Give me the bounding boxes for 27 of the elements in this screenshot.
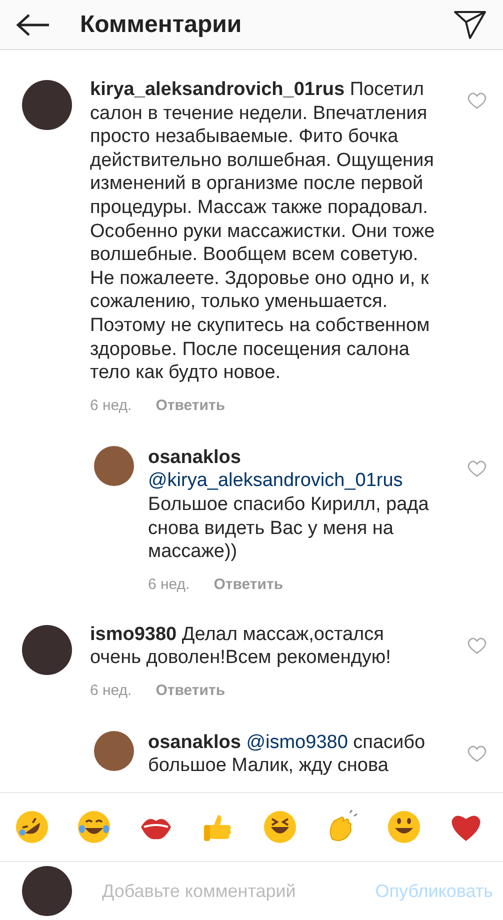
reply-link[interactable]: Ответить bbox=[156, 682, 226, 699]
comment-text: ismo9380 Делал массаж,остался очень доволен!Всем рекомендую! bbox=[90, 622, 392, 670]
send-icon[interactable] bbox=[453, 10, 487, 40]
reply-link[interactable]: Ответить bbox=[214, 576, 284, 593]
page-title: Комментарии bbox=[80, 10, 243, 38]
reply-link[interactable]: Ответить bbox=[156, 396, 226, 414]
comment-text: osanaklos @kirya_aleksandrovich_01rus Большое спасибо Кирилл, рада снова видеть Вас у меня на массаже)) bbox=[148, 446, 430, 564]
avatar-photo[interactable] bbox=[94, 730, 134, 771]
comment-time: 6 нед. bbox=[90, 396, 132, 414]
heart-icon bbox=[467, 460, 487, 478]
avatar-photo bbox=[22, 866, 72, 916]
heart-icon bbox=[467, 92, 487, 110]
heart-icon bbox=[467, 636, 487, 655]
grinning-squinting-face-icon[interactable] bbox=[262, 809, 298, 845]
tears-of-joy-face-icon[interactable] bbox=[76, 809, 112, 845]
rolling-laughing-face-icon[interactable] bbox=[14, 809, 50, 845]
avatar-photo[interactable] bbox=[22, 80, 72, 130]
back-arrow-icon[interactable] bbox=[16, 12, 50, 36]
heart-icon bbox=[467, 744, 487, 763]
comment-time: 6 нед. bbox=[90, 682, 132, 699]
publish-button[interactable]: Опубликовать bbox=[375, 880, 493, 902]
comment-text: osanaklos @ismo9380 спасибо большое Малик, жду снова bbox=[148, 730, 426, 778]
comment-text: kirya_aleksandrovich_01rus Посетил салон в течение недели. Впечатления просто незабываемые. Фито бочка действительно волшебная. Ощущения изменений в организме после первой процедуры. Массаж также порадовал. Особенно руки массажистки. Они тоже волшебные. Вообщем всем советую. Не пожалеете. Здоровье оно одно и, к сожалению, только уменьшается. Поэтому не скупитесь на собственном здоровье. После посещения салона тело как будто новое. bbox=[90, 78, 436, 385]
grinning-face-icon[interactable] bbox=[386, 809, 422, 845]
comment-time: 6 нед. bbox=[148, 576, 190, 593]
avatar-photo[interactable] bbox=[22, 624, 72, 675]
avatar-photo[interactable] bbox=[94, 446, 134, 486]
